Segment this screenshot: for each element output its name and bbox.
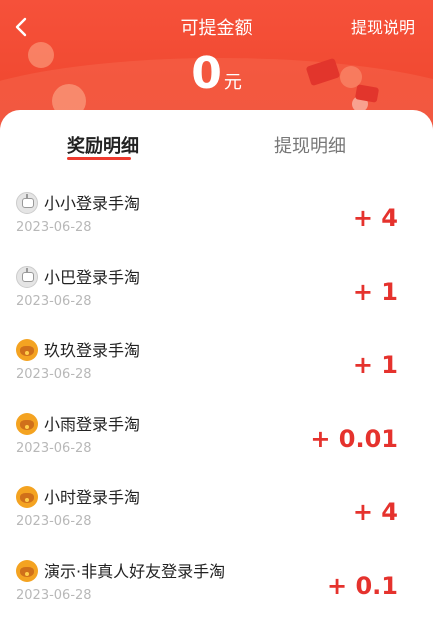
robot-avatar-icon: [16, 266, 38, 288]
record-name: 演示·非真人好友登录手淘: [44, 558, 225, 582]
record-date: 2023-06-28: [16, 441, 92, 456]
record-value: + 0.01: [310, 425, 398, 453]
list-item[interactable]: 演示·非真人好友登录手淘 2023-06-28 + 0.1: [0, 548, 433, 621]
record-date: 2023-06-28: [16, 588, 92, 603]
list-item[interactable]: 小巴登录手淘 2023-06-28 + 1: [0, 254, 433, 328]
record-date: 2023-06-28: [16, 294, 92, 309]
record-value: + 1: [353, 351, 398, 379]
record-name: 小雨登录手淘: [44, 411, 140, 435]
withdraw-help-link[interactable]: 提现说明: [351, 14, 415, 38]
amount-value: 0: [191, 48, 222, 99]
record-value: + 4: [353, 204, 398, 232]
tab-withdraw-details[interactable]: 提现明细: [274, 132, 346, 158]
robot-avatar-icon: [16, 192, 38, 214]
amount-unit: 元: [224, 72, 242, 93]
list-item[interactable]: 玖玖登录手淘 2023-06-28 + 1: [0, 327, 433, 401]
record-value: + 1: [353, 278, 398, 306]
chick-avatar-icon: [16, 486, 38, 508]
list-item[interactable]: 小雨登录手淘 2023-06-28 + 0.01: [0, 401, 433, 475]
withdrawable-amount: 0元: [0, 48, 433, 99]
record-value: + 4: [353, 498, 398, 526]
reward-list: 小小登录手淘 2023-06-28 + 4 小巴登录手淘 2023-06-28 …: [0, 180, 433, 621]
record-date: 2023-06-28: [16, 514, 92, 529]
chick-avatar-icon: [16, 339, 38, 361]
record-name: 玖玖登录手淘: [44, 337, 140, 361]
active-tab-indicator: [67, 157, 131, 160]
list-item[interactable]: 小小登录手淘 2023-06-28 + 4: [0, 180, 433, 254]
record-date: 2023-06-28: [16, 367, 92, 382]
tab-bar: 奖励明细 提现明细: [0, 110, 433, 170]
chick-avatar-icon: [16, 413, 38, 435]
record-name: 小小登录手淘: [44, 190, 140, 214]
record-name: 小时登录手淘: [44, 484, 140, 508]
details-card: 奖励明细 提现明细 小小登录手淘 2023-06-28 + 4 小巴登录手淘 2…: [0, 110, 433, 606]
chick-avatar-icon: [16, 560, 38, 582]
record-date: 2023-06-28: [16, 220, 92, 235]
list-item[interactable]: 小时登录手淘 2023-06-28 + 4: [0, 474, 433, 548]
record-value: + 0.1: [327, 572, 398, 600]
record-name: 小巴登录手淘: [44, 264, 140, 288]
tab-reward-details[interactable]: 奖励明细: [67, 132, 139, 158]
